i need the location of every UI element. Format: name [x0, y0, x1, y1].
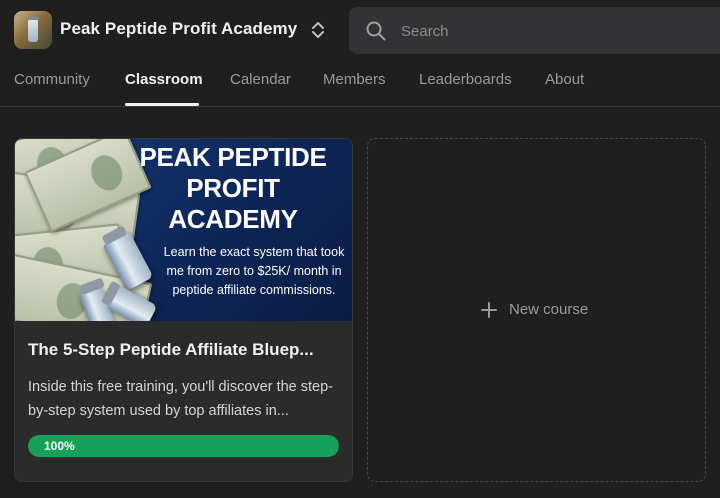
- tab-about[interactable]: About: [545, 71, 584, 88]
- course-card[interactable]: PEAK PEPTIDE PROFIT ACADEMY Learn the ex…: [14, 138, 353, 482]
- community-logo[interactable]: [14, 11, 52, 49]
- search-icon: [365, 20, 387, 42]
- course-cover-image: PEAK PEPTIDE PROFIT ACADEMY Learn the ex…: [15, 139, 352, 321]
- community-name[interactable]: Peak Peptide Profit Academy: [60, 19, 297, 39]
- new-course-button[interactable]: New course: [367, 138, 706, 482]
- nav-tabs: Community Classroom Calendar Members Lea…: [0, 62, 720, 107]
- tab-community[interactable]: Community: [14, 71, 90, 88]
- header: Peak Peptide Profit Academy: [0, 0, 720, 62]
- plus-icon: [481, 301, 497, 318]
- new-course-content: New course: [481, 301, 588, 318]
- chevron-up-down-icon[interactable]: [308, 19, 328, 41]
- course-description: Inside this free training, you'll discov…: [28, 379, 334, 419]
- cover-subtitle: Learn the exact system that took me from…: [163, 245, 345, 297]
- logo-vial: [28, 20, 38, 42]
- search-input[interactable]: [401, 19, 701, 43]
- tab-leaderboards[interactable]: Leaderboards: [419, 71, 512, 88]
- tab-members[interactable]: Members: [323, 71, 386, 88]
- new-course-label: New course: [509, 301, 589, 318]
- cover-title: PEAK PEPTIDE PROFIT ACADEMY: [139, 142, 327, 234]
- course-title[interactable]: The 5-Step Peptide Affiliate Bluep...: [28, 340, 343, 360]
- progress-bar: 100%: [28, 435, 339, 457]
- active-tab-indicator: [125, 103, 199, 106]
- search-bar[interactable]: [349, 7, 720, 54]
- tab-calendar[interactable]: Calendar: [230, 71, 291, 88]
- tab-classroom[interactable]: Classroom: [125, 71, 203, 88]
- progress-label: 100%: [44, 439, 75, 453]
